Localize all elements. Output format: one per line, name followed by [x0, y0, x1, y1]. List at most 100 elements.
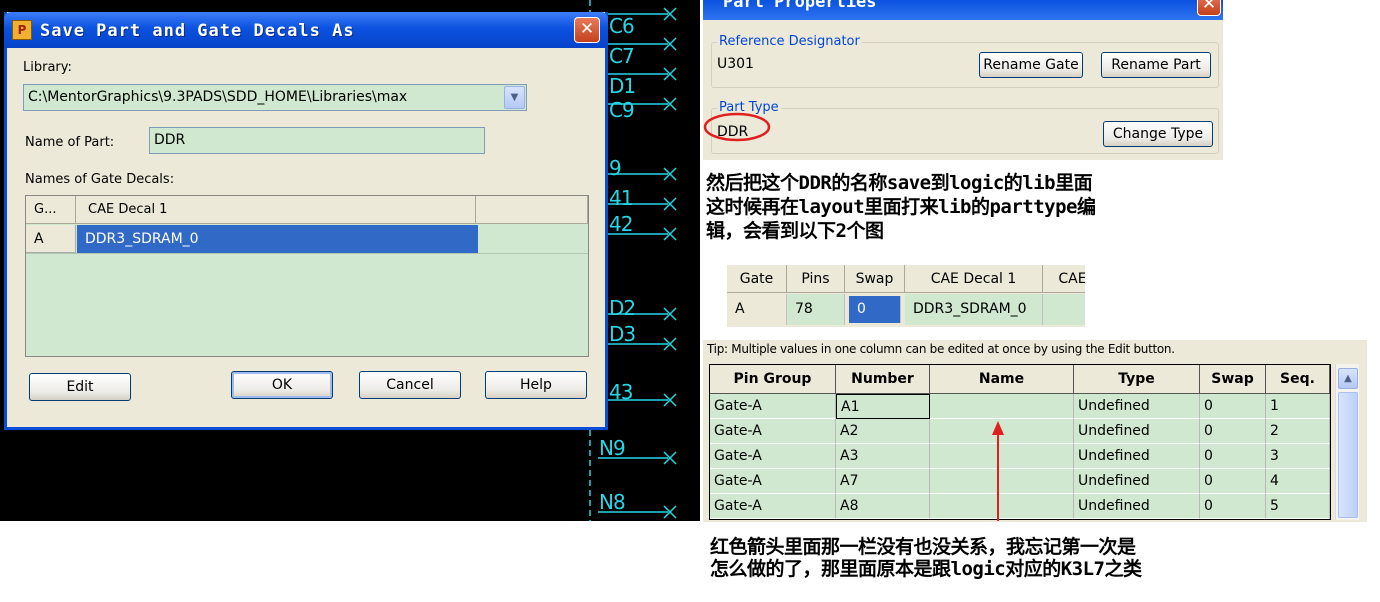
pin-label: D1 [609, 74, 636, 98]
pin-label: 42 [609, 212, 633, 236]
gate-decals-grid: G... CAE Decal 1 A DDR3_SDRAM_0 [25, 195, 589, 357]
cell-pin-group[interactable]: Gate-A [710, 394, 836, 419]
pin-label: D2 [609, 296, 636, 320]
pin-label: C6 [609, 14, 635, 38]
cell-pin-group[interactable]: Gate-A [710, 494, 836, 519]
cell-swap[interactable]: 0 [1200, 394, 1266, 419]
grid-divider [26, 253, 588, 254]
ref-designator-value: U301 [717, 56, 754, 72]
cell-pin-group[interactable]: Gate-A [710, 444, 836, 469]
ok-button[interactable]: OK [231, 371, 333, 399]
cell-type[interactable]: Undefined [1074, 419, 1200, 444]
cell-gate[interactable]: A [727, 294, 787, 325]
header-swap[interactable]: Swap [1200, 365, 1266, 394]
header-name[interactable]: Name [930, 365, 1074, 394]
cell-number[interactable]: A7 [836, 469, 930, 494]
cell-seq[interactable]: 4 [1266, 469, 1330, 494]
ref-designator-label: Reference Designator [717, 34, 862, 49]
grid-header-cae-decal[interactable]: CAE Decal 1 [76, 196, 476, 224]
header-type[interactable]: Type [1074, 365, 1200, 394]
save-part-dialog: P Save Part and Gate Decals As ✕ Library… [4, 12, 608, 430]
gate-decals-label: Names of Gate Decals: [25, 172, 175, 187]
red-highlight-ellipse [703, 112, 771, 142]
cell-swap[interactable]: 0 [1200, 494, 1266, 519]
annotation-line: 红色箭头里面那一栏没有也没关系，我忘记第一次是 [710, 536, 1136, 558]
cell-pin-group[interactable]: Gate-A [710, 419, 836, 444]
annotation-line: 这时候再在layout里面打来lib的parttype编 [706, 196, 1096, 218]
scroll-thumb[interactable] [1338, 392, 1358, 518]
header-number[interactable]: Number [836, 365, 930, 394]
cell-swap[interactable]: 0 [1200, 419, 1266, 444]
header-cae-decal[interactable]: CAE Decal 1 [905, 265, 1043, 293]
pins-panel: Tip: Multiple values in one column can b… [703, 340, 1367, 522]
close-icon[interactable]: ✕ [1197, 0, 1221, 16]
library-combo[interactable]: C:\MentorGraphics\9.3PADS\SDD_HOME\Libra… [23, 84, 527, 111]
cell-type[interactable]: Undefined [1074, 444, 1200, 469]
cell-swap[interactable]: 0 [1200, 444, 1266, 469]
cell-name[interactable] [930, 394, 1074, 419]
gates-table: Gate Pins Swap CAE Decal 1 CAE A 78 0 DD… [727, 265, 1085, 327]
cell-type[interactable]: Undefined [1074, 469, 1200, 494]
rename-gate-button[interactable]: Rename Gate [979, 52, 1083, 78]
cell-number[interactable]: A3 [836, 444, 930, 469]
cell-pin-group[interactable]: Gate-A [710, 469, 836, 494]
cell-swap[interactable]: 0 [849, 296, 901, 323]
header-pins[interactable]: Pins [787, 265, 845, 293]
vertical-scrollbar[interactable]: ▲ [1335, 364, 1359, 520]
pin-label: N9 [599, 436, 626, 460]
dialog-titlebar[interactable]: P Save Part and Gate Decals As ✕ [4, 12, 608, 48]
change-type-button[interactable]: Change Type [1103, 121, 1213, 147]
annotation-line: 怎么做的了，那里面原本是跟logic对应的K3L7之类 [710, 558, 1142, 580]
pin-label: N8 [599, 490, 626, 514]
part-properties-panel: Part Properties ✕ Reference Designator U… [703, 0, 1223, 160]
header-pin-group[interactable]: Pin Group [710, 365, 836, 394]
cell-seq[interactable]: 1 [1266, 394, 1330, 419]
cancel-button[interactable]: Cancel [359, 371, 461, 399]
annotation-line: 然后把这个DDR的名称save到logic的lib里面 [706, 172, 1093, 194]
cell-seq[interactable]: 3 [1266, 444, 1330, 469]
scroll-up-icon[interactable]: ▲ [1338, 368, 1358, 389]
cell-cae[interactable] [1043, 294, 1085, 325]
cell-seq[interactable]: 2 [1266, 419, 1330, 444]
part-name-label: Name of Part: [25, 135, 115, 150]
cell-seq[interactable]: 5 [1266, 494, 1330, 519]
red-arrow-icon [992, 421, 1004, 521]
dialog-title: Save Part and Gate Decals As [40, 21, 355, 41]
cell-swap[interactable]: 0 [1200, 469, 1266, 494]
app-icon: P [12, 20, 32, 40]
grid-row-gate[interactable]: A [26, 225, 76, 253]
pin-label: 9 [609, 156, 622, 180]
annotation-line: 辑，会看到以下2个图 [706, 220, 884, 242]
cell-number[interactable]: A2 [836, 419, 930, 444]
library-label: Library: [23, 60, 72, 75]
edit-button[interactable]: Edit [29, 373, 131, 401]
header-gate[interactable]: Gate [727, 265, 787, 293]
pin-label: C9 [609, 98, 635, 122]
help-button[interactable]: Help [485, 371, 587, 399]
cell-cae-decal[interactable]: DDR3_SDRAM_0 [905, 294, 1043, 325]
pin-label: C7 [609, 44, 635, 68]
cell-number[interactable]: A1 [836, 394, 930, 419]
part-name-input[interactable]: DDR [149, 127, 485, 154]
pin-label: 41 [609, 186, 633, 210]
library-value: C:\MentorGraphics\9.3PADS\SDD_HOME\Libra… [28, 89, 408, 105]
panel-title: Part Properties [723, 0, 877, 12]
header-swap[interactable]: Swap [845, 265, 905, 293]
header-cae[interactable]: CAE [1043, 265, 1085, 293]
pins-table: Pin Group Number Name Type Swap Seq. Gat… [709, 364, 1331, 521]
cell-pins[interactable]: 78 [787, 294, 845, 325]
header-seq[interactable]: Seq. [1266, 365, 1330, 394]
close-icon[interactable]: ✕ [574, 17, 600, 43]
grid-header-empty [476, 196, 588, 224]
chevron-down-icon[interactable]: ▼ [504, 86, 525, 109]
grid-header-gate[interactable]: G... [26, 196, 76, 224]
pin-label: 43 [609, 380, 633, 404]
pin-label: D3 [609, 322, 636, 346]
grid-row-cae-decal[interactable]: DDR3_SDRAM_0 [77, 225, 478, 253]
cell-number[interactable]: A8 [836, 494, 930, 519]
cell-type[interactable]: Undefined [1074, 394, 1200, 419]
panel-titlebar[interactable]: Part Properties ✕ [703, 0, 1223, 20]
rename-part-button[interactable]: Rename Part [1101, 52, 1211, 78]
part-name-value: DDR [154, 132, 186, 148]
cell-type[interactable]: Undefined [1074, 494, 1200, 519]
